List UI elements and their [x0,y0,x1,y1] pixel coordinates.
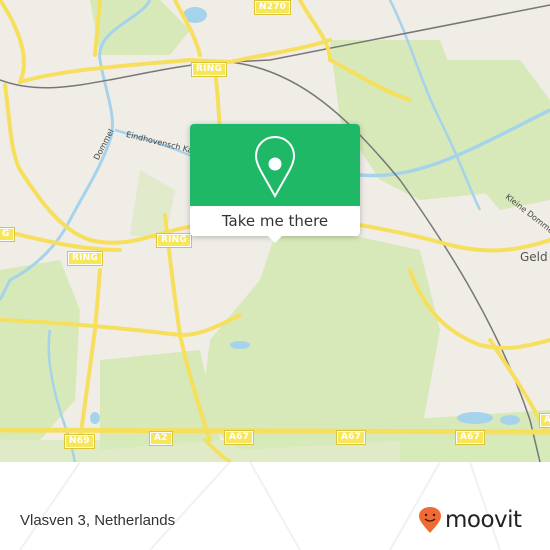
road-shield-ring: G [0,227,15,242]
address-text: Vlasven 3, Netherlands [20,512,176,529]
road-shield-n69: N69 [64,434,95,449]
road-shield-a2: A2 [149,431,173,446]
road-shield-a67: A67 [223,430,255,445]
road-shield-a67: A67 [335,430,367,445]
road-shield-a67: A [538,413,550,428]
take-me-there-label: Take me there [221,212,329,230]
location-pin-icon [254,135,296,199]
popup-header [190,124,360,206]
town-label-geldrop: Geld [520,250,548,264]
moovit-wordmark: moovit [445,507,522,533]
popup-pointer [267,235,283,243]
road-shield-a67: A67 [454,430,486,445]
take-me-there-button[interactable]: Take me there [190,124,360,243]
road-shield-ring: RING [156,233,192,248]
moovit-logo[interactable]: moovit [418,505,522,535]
road-shield-ring: RING [191,62,227,77]
road-shield-ring: RING [67,251,103,266]
road-shield-n270: N270 [253,0,292,15]
moovit-pin-icon [419,507,441,533]
